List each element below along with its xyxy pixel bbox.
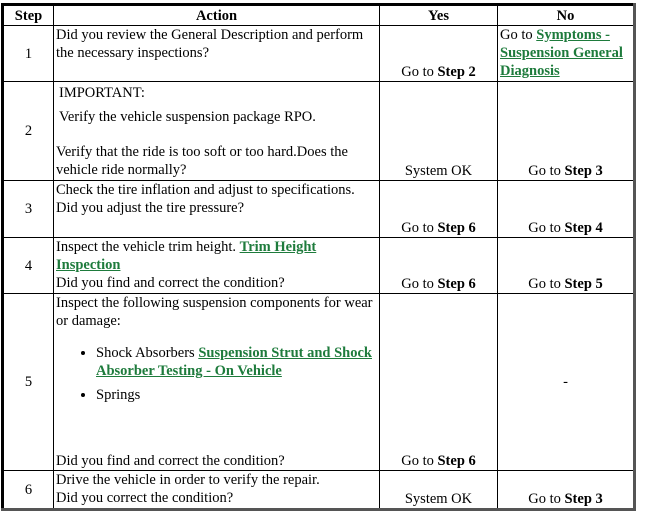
table-row: 1 Did you review the General Description… — [2, 25, 635, 82]
action-cell: Inspect the following suspension compone… — [53, 293, 380, 471]
no-prefix: Go to — [500, 27, 537, 43]
no-cell: Go to Step 3 — [497, 470, 635, 510]
no-step-ref: Step 5 — [564, 276, 603, 292]
action-text: Check the tire inflation and adjust to s… — [56, 182, 355, 198]
step-number: 1 — [2, 25, 54, 82]
step-number: 4 — [2, 237, 54, 294]
no-prefix: Go to — [528, 491, 565, 507]
action-intro: Inspect the following suspension compone… — [56, 295, 373, 329]
step-number: 2 — [2, 81, 54, 181]
component-list: Shock Absorbers Suspension Strut and Sho… — [56, 344, 377, 404]
yes-cell: Go to Step 2 — [379, 25, 498, 82]
action-text: Inspect the vehicle trim height. — [56, 239, 240, 255]
yes-prefix: Go to — [401, 276, 438, 292]
list-item-shock-absorbers: Shock Absorbers Suspension Strut and Sho… — [96, 344, 377, 380]
table-row: 6 Drive the vehicle in order to verify t… — [2, 470, 635, 510]
no-prefix: Go to — [528, 220, 565, 236]
no-step-ref: Step 3 — [564, 163, 603, 179]
step-number: 5 — [2, 293, 54, 471]
table-row: 4 Inspect the vehicle trim height. Trim … — [2, 237, 635, 294]
yes-cell: Go to Step 6 — [379, 293, 498, 471]
action-question: Did you adjust the tire pressure? — [56, 200, 245, 216]
diagnostic-table: Step Action Yes No 1 Did you review the … — [1, 3, 636, 511]
yes-prefix: Go to — [401, 453, 438, 469]
action-question: Did you correct the condition? — [56, 490, 234, 506]
no-cell: Go to Step 4 — [497, 180, 635, 238]
yes-step-ref: Step 6 — [437, 220, 476, 236]
action-cell: Did you review the General Description a… — [53, 25, 380, 82]
header-yes: Yes — [379, 4, 498, 26]
no-cell: Go to Step 3 — [497, 81, 635, 181]
action-text: Drive the vehicle in order to verify the… — [56, 472, 320, 488]
header-no: No — [497, 4, 635, 26]
no-cell: Go to Step 5 — [497, 237, 635, 294]
yes-cell: System OK — [379, 81, 498, 181]
no-cell: - — [497, 293, 635, 471]
important-text: Verify the vehicle suspension package RP… — [59, 109, 316, 125]
no-prefix: Go to — [528, 163, 565, 179]
action-cell: IMPORTANT: Verify the vehicle suspension… — [53, 81, 380, 181]
table-row: 3 Check the tire inflation and adjust to… — [2, 180, 635, 238]
yes-prefix: Go to — [401, 220, 438, 236]
yes-step-ref: Step 6 — [437, 276, 476, 292]
yes-cell: Go to Step 6 — [379, 180, 498, 238]
yes-cell: System OK — [379, 470, 498, 510]
step-number: 3 — [2, 180, 54, 238]
action-cell: Drive the vehicle in order to verify the… — [53, 470, 380, 510]
yes-step-ref: Step 6 — [437, 453, 476, 469]
header-action: Action — [53, 4, 380, 26]
no-prefix: Go to — [528, 276, 565, 292]
header-step: Step — [2, 4, 54, 26]
table-row: 2 IMPORTANT: Verify the vehicle suspensi… — [2, 81, 635, 181]
no-cell: Go to Symptoms - Suspension General Diag… — [497, 25, 635, 82]
step-number: 6 — [2, 470, 54, 510]
action-text: Verify that the ride is too soft or too … — [56, 144, 348, 178]
yes-cell: Go to Step 6 — [379, 237, 498, 294]
table-row: 5 Inspect the following suspension compo… — [2, 293, 635, 471]
component-label: Springs — [96, 387, 141, 403]
action-question: Did you find and correct the condition? — [56, 275, 285, 291]
action-cell: Inspect the vehicle trim height. Trim He… — [53, 237, 380, 294]
component-label: Shock Absorbers — [96, 345, 199, 361]
yes-step-ref: Step 2 — [437, 64, 476, 80]
header-row: Step Action Yes No — [2, 4, 635, 26]
action-question: Did you find and correct the condition? — [56, 453, 285, 469]
action-text: Did you review the General Description a… — [56, 27, 364, 61]
yes-prefix: Go to — [401, 64, 438, 80]
important-label: IMPORTANT: — [59, 85, 145, 101]
no-step-ref: Step 4 — [564, 220, 603, 236]
action-cell: Check the tire inflation and adjust to s… — [53, 180, 380, 238]
list-item-springs: Springs — [96, 386, 377, 404]
no-step-ref: Step 3 — [564, 491, 603, 507]
